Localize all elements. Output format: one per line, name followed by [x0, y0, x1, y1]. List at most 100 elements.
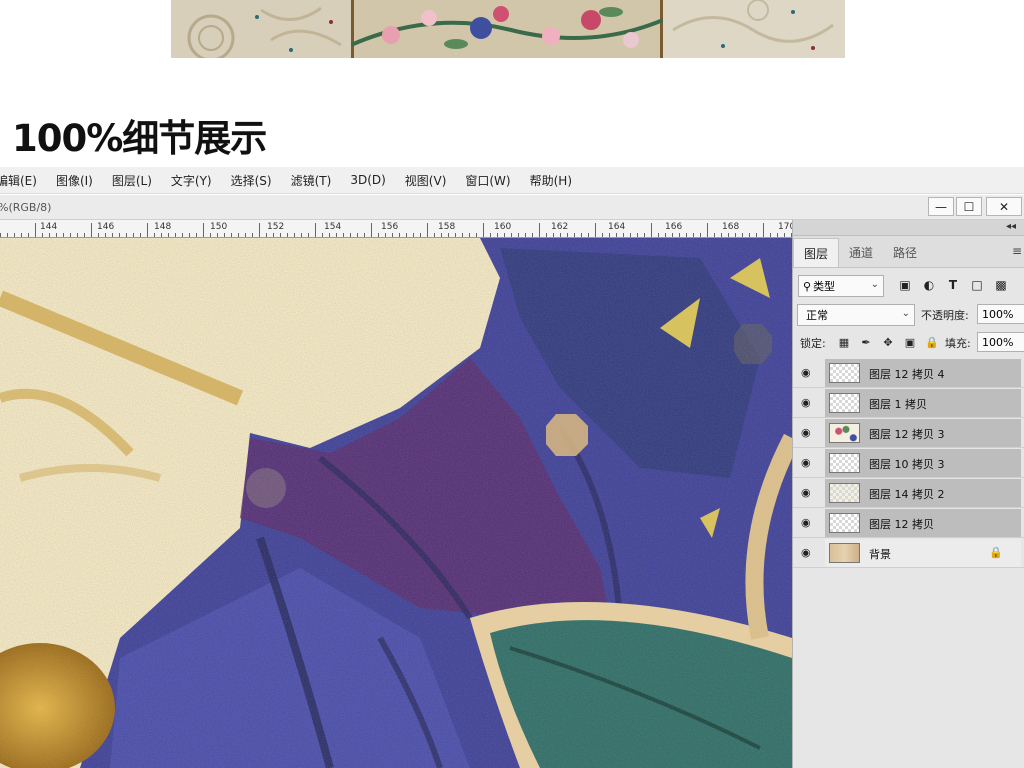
layer-thumbnail — [829, 363, 860, 383]
visibility-eye-icon[interactable]: ◉ — [801, 486, 817, 500]
filter-pixel-icon[interactable]: ▣ — [897, 277, 913, 293]
maximize-button[interactable]: ☐ — [956, 197, 982, 216]
layer-body[interactable]: 图层 10 拷贝 3 — [825, 449, 1021, 477]
ruler-tick — [462, 233, 463, 237]
menu-type[interactable]: 文字(Y) — [171, 172, 212, 189]
ruler-tick — [280, 233, 281, 237]
visibility-eye-icon[interactable]: ◉ — [801, 516, 817, 530]
fill-field[interactable]: 100% — [977, 332, 1024, 352]
layer-body[interactable]: 图层 14 拷贝 2 — [825, 479, 1021, 507]
ruler-tick — [511, 233, 512, 237]
layer-row[interactable]: ◉ 图层 12 拷贝 — [793, 508, 1024, 538]
menu-image[interactable]: 图像(I) — [56, 172, 93, 189]
ruler-tick — [0, 233, 1, 237]
ruler-tick — [301, 233, 302, 237]
close-button[interactable]: ✕ — [986, 197, 1022, 216]
layer-body[interactable]: 图层 12 拷贝 4 — [825, 359, 1021, 387]
lock-move-icon[interactable]: ✥ — [881, 335, 895, 349]
opacity-field[interactable]: 100% — [977, 304, 1024, 324]
lock-all-icon[interactable]: 🔒 — [925, 335, 939, 349]
tab-paths[interactable]: 路径 — [883, 238, 927, 267]
blend-mode-select[interactable]: 正常 ⌄ — [797, 304, 915, 326]
ruler-tick — [77, 233, 78, 237]
filter-smartobject-icon[interactable]: ▩ — [993, 277, 1009, 293]
document-title[interactable]: %(RGB/8) — [0, 201, 51, 214]
ruler-tick — [287, 233, 288, 237]
horizontal-ruler[interactable]: 144 146 148 150 152 154 156 158 160 162 164 166 168 1… — [0, 220, 792, 238]
ruler-tick — [315, 223, 316, 237]
ruler-tick — [672, 233, 673, 237]
opacity-value: 100% — [982, 307, 1014, 321]
filter-shape-icon[interactable]: □ — [969, 277, 985, 293]
maximize-icon: ☐ — [963, 199, 975, 214]
menu-help[interactable]: 帮助(H) — [530, 172, 572, 189]
menu-layer[interactable]: 图层(L) — [112, 172, 152, 189]
layer-filter-select[interactable]: ⚲ 类型 ⌄ — [798, 275, 884, 297]
ruler-tick — [567, 233, 568, 237]
layer-row[interactable]: ◉ 图层 1 拷贝 — [793, 388, 1024, 418]
ruler-tick — [434, 233, 435, 237]
lock-transparent-icon[interactable]: ▦ — [837, 335, 851, 349]
ruler-label: 154 — [324, 222, 342, 232]
visibility-eye-icon[interactable]: ◉ — [801, 426, 817, 440]
ruler-tick — [182, 233, 183, 237]
lock-brush-icon[interactable]: ✒ — [859, 335, 873, 349]
visibility-eye-icon[interactable]: ◉ — [801, 366, 817, 380]
menu-window[interactable]: 窗口(W) — [465, 172, 510, 189]
ruler-tick — [693, 233, 694, 237]
tile-floral-center — [351, 0, 663, 58]
document-canvas[interactable] — [0, 238, 792, 768]
ruler-tick — [84, 233, 85, 237]
ruler-label: 144 — [40, 222, 58, 232]
layer-row[interactable]: ◉ 图层 12 拷贝 3 — [793, 418, 1024, 448]
ruler-label: 170 — [778, 222, 792, 232]
ruler-tick — [784, 233, 785, 237]
ruler-tick — [455, 233, 456, 237]
ruler-tick — [623, 233, 624, 237]
layer-body[interactable]: 图层 12 拷贝 — [825, 509, 1021, 537]
filter-adjustment-icon[interactable]: ◐ — [921, 277, 937, 293]
visibility-eye-icon[interactable]: ◉ — [801, 456, 817, 470]
minimize-button[interactable]: — — [928, 197, 954, 216]
ruler-tick — [140, 233, 141, 237]
layer-row[interactable]: ◉ 图层 14 拷贝 2 — [793, 478, 1024, 508]
ruler-tick — [252, 233, 253, 237]
ruler-tick — [245, 233, 246, 237]
fill-label: 填充: — [945, 337, 971, 350]
menu-view[interactable]: 视图(V) — [405, 172, 447, 189]
lock-artboard-icon[interactable]: ▣ — [903, 335, 917, 349]
ruler-tick — [14, 233, 15, 237]
layer-body[interactable]: 图层 12 拷贝 3 — [825, 419, 1021, 447]
layer-row[interactable]: ◉ 背景 🔒 — [793, 538, 1024, 568]
menu-select[interactable]: 选择(S) — [231, 172, 272, 189]
layer-body[interactable]: 图层 1 拷贝 — [825, 389, 1021, 417]
ruler-tick — [602, 233, 603, 237]
ruler-tick — [42, 233, 43, 237]
ruler-tick — [217, 233, 218, 237]
ruler-tick — [749, 233, 750, 237]
menu-filter[interactable]: 滤镜(T) — [291, 172, 332, 189]
ruler-tick — [343, 233, 344, 237]
tab-channels[interactable]: 通道 — [839, 238, 883, 267]
layer-row[interactable]: ◉ 图层 10 拷贝 3 — [793, 448, 1024, 478]
ruler-tick — [616, 233, 617, 237]
tab-layers[interactable]: 图层 — [793, 238, 840, 267]
ruler-tick — [777, 233, 778, 237]
collapse-panel-icon[interactable]: ◂◂ — [1006, 221, 1016, 232]
layer-row[interactable]: ◉ 图层 12 拷贝 4 — [793, 358, 1024, 388]
ruler-tick — [413, 233, 414, 237]
menu-edit[interactable]: 编辑(E) — [0, 172, 37, 189]
visibility-eye-icon[interactable]: ◉ — [801, 546, 817, 560]
visibility-eye-icon[interactable]: ◉ — [801, 396, 817, 410]
ruler-tick — [770, 233, 771, 237]
ruler-tick — [630, 233, 631, 237]
layer-body[interactable]: 背景 🔒 — [825, 539, 1021, 567]
ruler-label: 166 — [665, 222, 683, 232]
ruler-tick — [658, 233, 659, 237]
ruler-tick — [119, 233, 120, 237]
menu-3d[interactable]: 3D(D) — [350, 173, 385, 187]
panel-menu-icon[interactable]: ≡ — [1012, 244, 1022, 258]
ruler-tick — [378, 233, 379, 237]
layer-name: 图层 10 拷贝 3 — [869, 458, 945, 471]
filter-type-icon[interactable]: T — [945, 277, 961, 293]
